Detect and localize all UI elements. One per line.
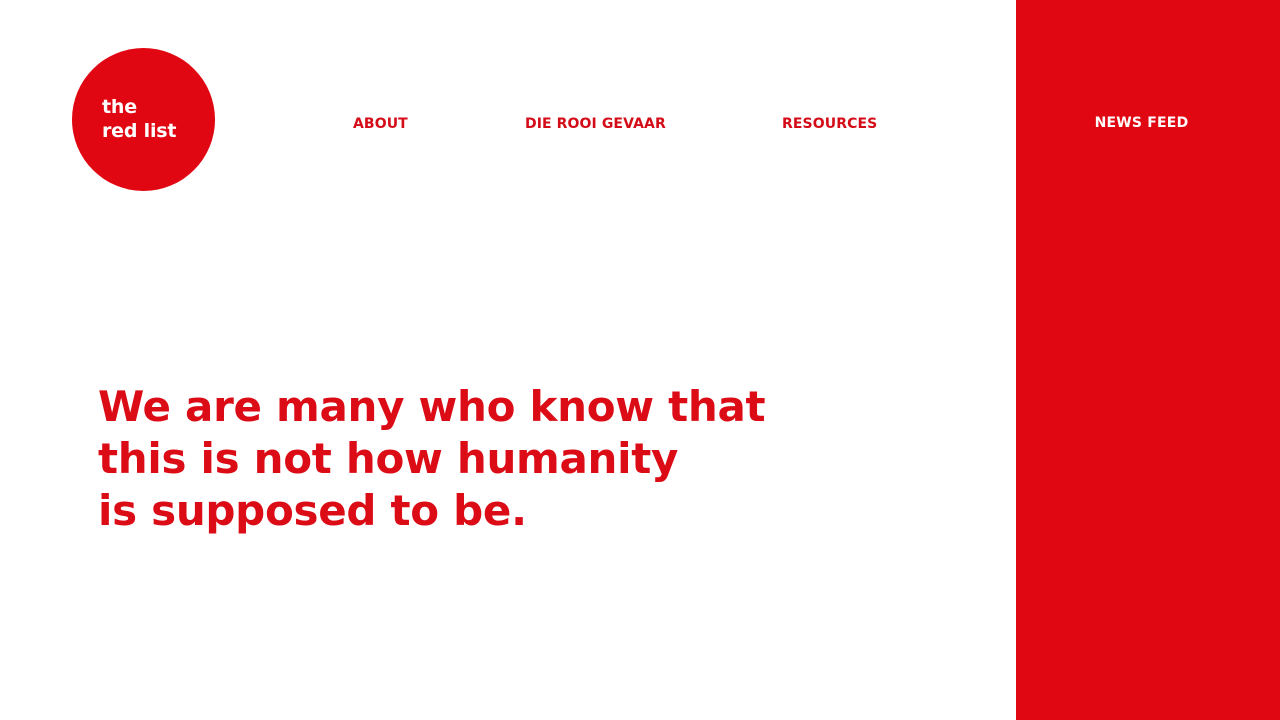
nav-link-die-rooi-gevaar[interactable]: DIE ROOI GEVAAR bbox=[525, 116, 666, 132]
logo-home-link[interactable]: the red list bbox=[72, 48, 215, 191]
page: the red list ABOUT DIE ROOI GEVAAR RESOU… bbox=[0, 0, 1280, 720]
news-feed-panel: NEWS FEED bbox=[1016, 0, 1280, 720]
hero-headline: We are many who know that this is not ho… bbox=[98, 381, 766, 537]
logo-line-2: red list bbox=[102, 120, 177, 142]
hero-headline-line-1: We are many who know that bbox=[98, 382, 766, 431]
nav-link-news-feed[interactable]: NEWS FEED bbox=[1016, 115, 1267, 131]
nav-link-resources[interactable]: RESOURCES bbox=[782, 116, 877, 132]
logo-line-1: the bbox=[102, 96, 137, 118]
nav-link-about[interactable]: ABOUT bbox=[353, 116, 408, 132]
hero-headline-line-2: this is not how humanity bbox=[98, 434, 679, 483]
logo-text: the red list bbox=[102, 95, 176, 143]
hero-headline-line-3: is supposed to be. bbox=[98, 486, 527, 535]
